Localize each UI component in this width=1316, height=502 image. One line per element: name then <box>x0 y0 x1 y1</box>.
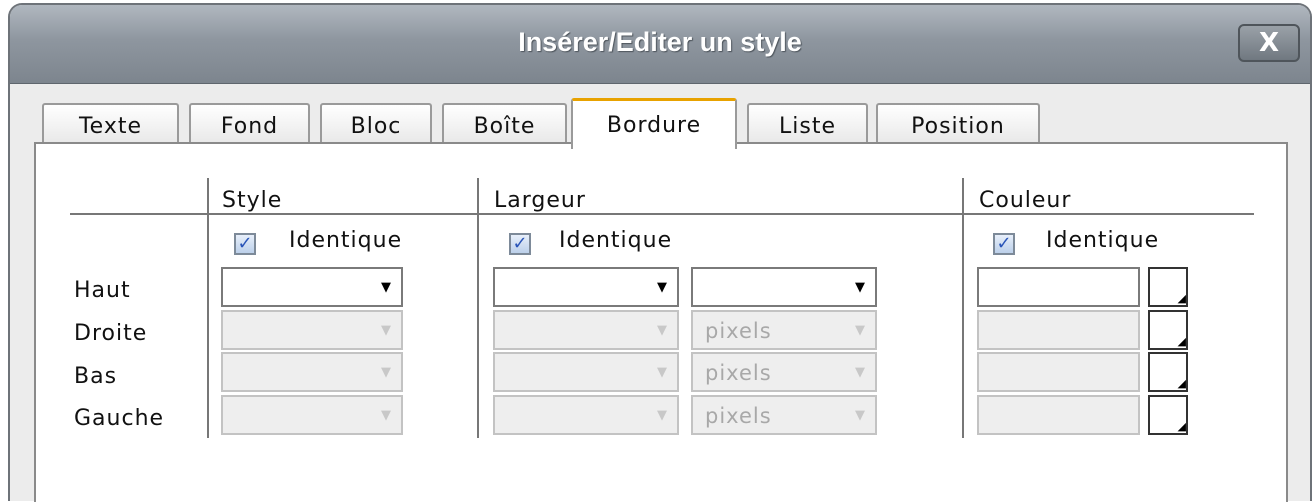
droite-color-input[interactable] <box>977 310 1140 350</box>
bas-unit-select[interactable]: pixels ▼ <box>691 352 877 392</box>
check-icon: ✓ <box>996 233 1012 254</box>
gauche-color-picker-button[interactable]: ◢ <box>1148 395 1188 435</box>
tab-label: Bordure <box>606 112 702 138</box>
close-icon: X <box>1258 28 1280 58</box>
chevron-down-icon: ▼ <box>657 407 667 423</box>
select-value: pixels <box>705 361 772 385</box>
haut-color-picker-button[interactable]: ◢ <box>1148 267 1188 307</box>
tab-liste[interactable]: Liste <box>747 103 868 147</box>
tab-label: Boîte <box>473 113 536 139</box>
style-identique-label: Identique <box>289 228 403 253</box>
bas-width-select[interactable]: ▼ <box>493 352 679 392</box>
largeur-identique-checkbox[interactable]: ✓ <box>509 233 531 255</box>
chevron-down-icon: ▼ <box>657 279 667 295</box>
haut-unit-select[interactable]: ▼ <box>691 267 877 307</box>
header-divider <box>70 213 1254 215</box>
title-bar[interactable]: Insérer/Editer un style X <box>10 5 1310 84</box>
couleur-identique-label: Identique <box>1046 228 1160 253</box>
bas-color-picker-button[interactable]: ◢ <box>1148 352 1188 392</box>
gauche-color-input[interactable] <box>977 395 1140 435</box>
tab-position[interactable]: Position <box>876 103 1040 147</box>
select-value: pixels <box>705 319 772 343</box>
haut-style-select[interactable]: ▼ <box>221 267 403 307</box>
column-divider <box>207 178 209 438</box>
close-button[interactable]: X <box>1238 24 1300 62</box>
tab-label: Liste <box>779 113 836 139</box>
row-label-haut: Haut <box>74 278 131 303</box>
check-icon: ✓ <box>512 233 528 254</box>
tab-fond[interactable]: Fond <box>189 103 310 147</box>
check-icon: ✓ <box>237 233 253 254</box>
droite-width-select[interactable]: ▼ <box>493 310 679 350</box>
largeur-column-header: Largeur <box>494 188 586 213</box>
chevron-down-icon: ▼ <box>657 322 667 338</box>
gauche-width-select[interactable]: ▼ <box>493 395 679 435</box>
color-picker-icon: ◢ <box>1177 335 1186 348</box>
tab-texte[interactable]: Texte <box>42 103 179 147</box>
tab-label: Fond <box>220 113 279 139</box>
style-identique-checkbox[interactable]: ✓ <box>234 233 256 255</box>
droite-style-select[interactable]: ▼ <box>221 310 403 350</box>
couleur-identique-checkbox[interactable]: ✓ <box>993 233 1015 255</box>
droite-unit-select[interactable]: pixels ▼ <box>691 310 877 350</box>
chevron-down-icon: ▼ <box>381 322 391 338</box>
largeur-identique-label: Identique <box>559 228 673 253</box>
row-label-gauche: Gauche <box>74 406 165 431</box>
gauche-style-select[interactable]: ▼ <box>221 395 403 435</box>
column-divider <box>477 178 479 438</box>
row-label-droite: Droite <box>74 321 148 346</box>
tab-boite[interactable]: Boîte <box>442 103 567 147</box>
select-value: pixels <box>705 404 772 428</box>
tab-bloc[interactable]: Bloc <box>320 103 432 147</box>
bordure-panel: Style Largeur Couleur ✓ Identique ✓ Iden… <box>34 142 1288 502</box>
chevron-down-icon: ▼ <box>381 364 391 380</box>
chevron-down-icon: ▼ <box>855 407 865 423</box>
tab-label: Texte <box>78 113 143 139</box>
chevron-down-icon: ▼ <box>657 364 667 380</box>
color-picker-icon: ◢ <box>1177 420 1186 433</box>
bas-color-input[interactable] <box>977 352 1140 392</box>
chevron-down-icon: ▼ <box>381 407 391 423</box>
tab-bordure[interactable]: Bordure <box>571 98 737 149</box>
window-title: Insérer/Editer un style <box>518 27 802 57</box>
chevron-down-icon: ▼ <box>381 279 391 295</box>
style-column-header: Style <box>222 188 283 213</box>
chevron-down-icon: ▼ <box>855 322 865 338</box>
tab-label: Position <box>911 113 1005 139</box>
tab-label: Bloc <box>350 113 402 139</box>
couleur-column-header: Couleur <box>979 188 1072 213</box>
chevron-down-icon: ▼ <box>855 364 865 380</box>
row-label-bas: Bas <box>74 364 118 389</box>
haut-color-input[interactable] <box>977 267 1140 307</box>
column-divider <box>962 178 964 438</box>
haut-width-select[interactable]: ▼ <box>493 267 679 307</box>
color-picker-icon: ◢ <box>1177 292 1186 305</box>
droite-color-picker-button[interactable]: ◢ <box>1148 310 1188 350</box>
gauche-unit-select[interactable]: pixels ▼ <box>691 395 877 435</box>
color-picker-icon: ◢ <box>1177 377 1186 390</box>
bas-style-select[interactable]: ▼ <box>221 352 403 392</box>
chevron-down-icon: ▼ <box>855 279 865 295</box>
